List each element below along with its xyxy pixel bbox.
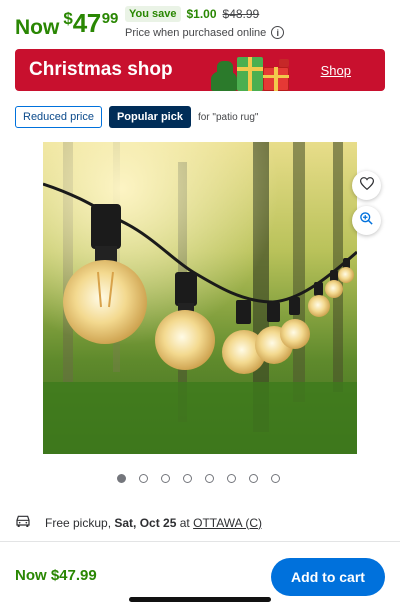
carousel-dot[interactable] — [161, 474, 170, 483]
product-image[interactable] — [43, 142, 357, 454]
savings-line: You save $1.00 $48.99 — [125, 6, 259, 22]
popular-pick-tag: Popular pick — [108, 106, 191, 128]
was-price: $48.99 — [222, 7, 260, 21]
pickup-date: Sat, Oct 25 — [114, 515, 177, 530]
info-icon[interactable]: i — [271, 26, 285, 39]
price-cents: 99 — [101, 10, 119, 27]
pickup-info: Free pickup, Sat, Oct 25 at OTTAWA (C) — [15, 514, 262, 531]
carousel-dot[interactable] — [183, 474, 192, 483]
home-indicator — [129, 597, 271, 602]
carousel-dot[interactable] — [205, 474, 214, 483]
carousel-dot[interactable] — [249, 474, 258, 483]
save-amount: $1.00 — [186, 7, 217, 21]
carousel-dot[interactable] — [271, 474, 280, 483]
now-label: Now — [15, 16, 60, 39]
favorite-button[interactable] — [352, 171, 381, 200]
you-save-badge: You save — [125, 6, 181, 22]
price-note: Price when purchased online i — [125, 26, 285, 39]
carousel-dot[interactable] — [227, 474, 236, 483]
pickup-store-link[interactable]: OTTAWA (C) — [193, 516, 262, 530]
carousel-dot[interactable] — [139, 474, 148, 483]
pickup-label: Free pickup, — [45, 515, 112, 530]
product-tags: Reduced price Popular pick for "patio ru… — [15, 106, 258, 128]
popular-for-text: for "patio rug" — [197, 111, 259, 123]
bottom-price: Now $47.99 — [15, 567, 97, 584]
car-icon — [15, 514, 31, 531]
christmas-banner[interactable]: Christmas shop Shop — [15, 49, 385, 91]
carousel-dot[interactable] — [117, 474, 126, 483]
heart-icon — [359, 176, 374, 195]
banner-shop-link[interactable]: Shop — [321, 63, 351, 78]
price-header: Now $4799 You save $1.00 $48.99 Price whe… — [15, 6, 385, 44]
pickup-text: Free pickup, Sat, Oct 25 at OTTAWA (C) — [45, 516, 262, 530]
image-carousel-dots — [117, 474, 280, 483]
add-to-cart-button[interactable]: Add to cart — [271, 558, 385, 596]
current-price: Now $4799 — [15, 8, 118, 39]
price-dollars: 47 — [72, 8, 101, 38]
zoom-button[interactable] — [352, 206, 381, 235]
banner-title: Christmas shop — [29, 59, 173, 80]
reduced-price-tag: Reduced price — [15, 106, 102, 128]
currency-symbol: $ — [63, 9, 73, 28]
pickup-at: at — [179, 515, 190, 530]
price-note-text: Price when purchased online — [125, 26, 267, 39]
zoom-in-icon — [359, 211, 374, 231]
